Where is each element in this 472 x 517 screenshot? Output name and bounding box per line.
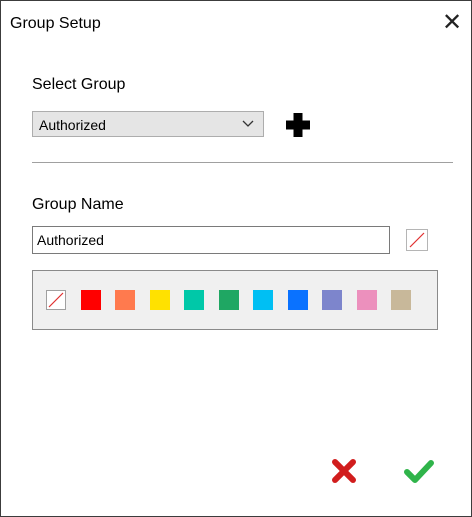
color-swatch[interactable]: [184, 290, 204, 310]
confirm-button[interactable]: [403, 459, 435, 485]
group-select-value: Authorized: [39, 117, 106, 133]
color-swatch[interactable]: [391, 290, 411, 310]
no-color-icon: [409, 232, 425, 248]
close-icon: [332, 459, 356, 483]
current-color-swatch[interactable]: [406, 229, 428, 251]
no-color-icon: [48, 292, 64, 308]
color-swatch[interactable]: [253, 290, 273, 310]
dialog-title: Group Setup: [10, 15, 101, 32]
color-swatch[interactable]: [356, 290, 377, 310]
plus-icon: [286, 113, 310, 137]
cancel-button[interactable]: [331, 458, 357, 484]
close-button[interactable]: ✕: [437, 9, 467, 37]
divider: [32, 162, 453, 163]
group-setup-dialog: Group Setup ✕ Select Group Authorized Gr…: [0, 0, 472, 517]
color-swatch[interactable]: [149, 290, 170, 310]
color-swatch[interactable]: [287, 290, 308, 310]
select-group-label: Select Group: [32, 76, 126, 93]
swatch-no-color[interactable]: [46, 290, 66, 310]
add-group-button[interactable]: [285, 112, 311, 138]
group-name-input[interactable]: [32, 226, 390, 254]
color-swatch[interactable]: [115, 290, 135, 310]
check-icon: [404, 460, 434, 483]
color-swatch[interactable]: [322, 290, 342, 310]
title-bar: Group Setup ✕: [1, 1, 471, 41]
color-swatch[interactable]: [80, 290, 101, 310]
color-palette: [32, 270, 438, 330]
chevron-down-icon: [242, 120, 254, 127]
group-name-label: Group Name: [32, 196, 124, 213]
color-swatch[interactable]: [218, 290, 239, 310]
group-select[interactable]: Authorized: [32, 111, 264, 137]
